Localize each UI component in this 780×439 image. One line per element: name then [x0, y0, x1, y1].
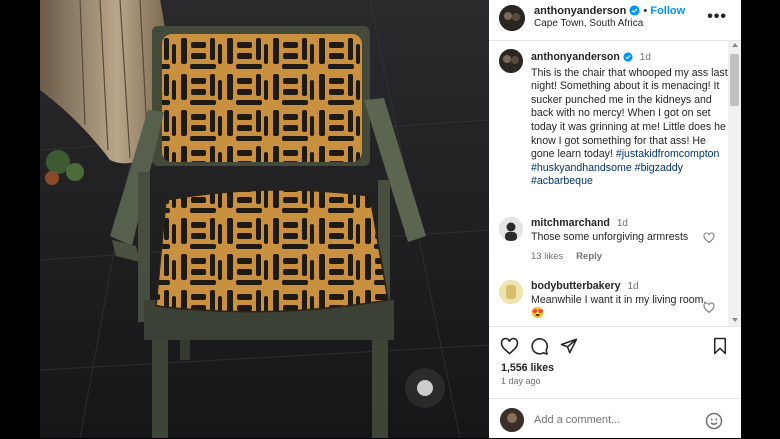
viewer-avatar-image [500, 408, 524, 432]
author-avatar[interactable] [499, 5, 525, 31]
comment-time: 1d [616, 218, 628, 229]
header-username[interactable]: anthonyanderson [534, 5, 626, 17]
post-photo[interactable] [40, 0, 489, 438]
comment-avatar-image [499, 217, 523, 241]
verified-badge-icon [629, 5, 640, 19]
comment-text: Meanwhile I want it in my living room. 😍 [531, 293, 707, 320]
add-comment-bar: Add a comment... [489, 398, 741, 439]
viewer-avatar [500, 408, 524, 432]
caption-text: This is the chair that whooped my ass la… [531, 66, 728, 161]
verified-badge-icon [623, 52, 633, 67]
heart-icon[interactable] [703, 302, 715, 314]
caption-time: 1d [639, 52, 651, 63]
comment-item: mitchmarchand 1d Those some unforgiving … [531, 217, 721, 264]
heart-icon[interactable] [703, 232, 715, 244]
action-bar [489, 333, 741, 363]
comment-username[interactable]: bodybutterbakery [531, 280, 620, 292]
comments-section[interactable]: anthonyanderson 1d This is the chair tha… [489, 41, 741, 327]
heart-icon[interactable] [500, 337, 519, 356]
hashtag-link[interactable]: #huskyandhandsome [531, 162, 632, 174]
follow-button[interactable]: Follow [650, 5, 685, 17]
author-avatar-image [499, 5, 525, 31]
more-options-icon[interactable]: ••• [707, 8, 727, 26]
scrollbar-thumb[interactable] [730, 54, 739, 106]
comment-avatar[interactable] [499, 280, 523, 304]
comment-avatar[interactable] [499, 217, 523, 241]
comment-username[interactable]: mitchmarchand [531, 217, 610, 229]
comment-likes[interactable]: 13 likes [531, 251, 563, 262]
comment-time: 1d [627, 281, 639, 292]
bookmark-icon[interactable] [712, 337, 728, 355]
caption-username[interactable]: anthonyanderson [531, 51, 620, 63]
hashtag-link[interactable]: #acbarbeque [531, 175, 593, 187]
post-header: anthonyanderson • Follow Cape Town, Sout… [489, 0, 741, 41]
hashtag-link[interactable]: #justakidfromcompton [616, 148, 720, 160]
post-caption: anthonyanderson 1d This is the chair tha… [531, 51, 731, 189]
comment-icon[interactable] [530, 337, 549, 356]
comment-meta: 13 likes Reply [531, 250, 721, 264]
header-separator: • [643, 5, 648, 17]
caption-avatar-image [499, 49, 523, 73]
comment-item: bodybutterbakery 1d Meanwhile I want it … [531, 280, 721, 321]
post-timestamp: 1 day ago [501, 376, 541, 386]
add-comment-input[interactable]: Add a comment... [534, 414, 620, 426]
post-side-panel: anthonyanderson • Follow Cape Town, Sout… [489, 0, 741, 438]
share-icon[interactable] [560, 337, 578, 355]
likes-count[interactable]: 1,556 likes [501, 362, 554, 374]
reply-button[interactable]: Reply [576, 251, 602, 262]
comment-avatar-image [499, 280, 523, 304]
emoji-icon[interactable] [705, 412, 723, 430]
chair-photo-illustration [40, 0, 489, 438]
header-title-row: anthonyanderson • Follow [534, 5, 685, 19]
caption-avatar[interactable] [499, 49, 523, 73]
hashtag-link[interactable]: #bigzaddy [635, 162, 683, 174]
scroll-down-icon[interactable] [732, 318, 738, 322]
post-location[interactable]: Cape Town, South Africa [534, 18, 643, 29]
scroll-up-icon[interactable] [732, 43, 738, 47]
comment-text: Those some unforgiving armrests [531, 230, 689, 243]
